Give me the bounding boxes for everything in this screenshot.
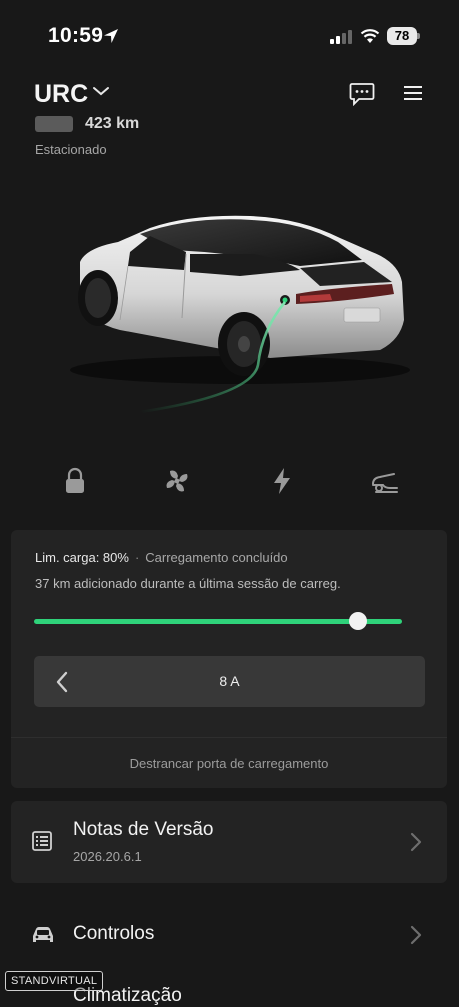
cellular-signal-icon bbox=[330, 30, 352, 44]
lock-icon[interactable] bbox=[60, 466, 90, 496]
controls-menu-item[interactable]: Controlos bbox=[73, 923, 154, 945]
car-name[interactable]: URC bbox=[34, 80, 88, 109]
divider bbox=[11, 737, 447, 738]
release-notes-title: Notas de Versão bbox=[73, 819, 214, 840]
charge-limit-slider-track[interactable] bbox=[34, 619, 402, 624]
charge-limit-row[interactable]: Lim. carga: 80% · Carregamento concluído bbox=[35, 550, 288, 565]
trunk-icon[interactable] bbox=[370, 466, 400, 496]
battery-icon: 78 bbox=[387, 27, 417, 45]
release-notes-version: 2026.20.6.1 bbox=[73, 849, 142, 864]
charging-status: Carregamento concluído bbox=[145, 550, 288, 565]
fan-icon[interactable] bbox=[162, 466, 192, 496]
status-time: 10:59 bbox=[48, 24, 104, 47]
unlock-charge-port-button[interactable]: Destrancar porta de carregamento bbox=[11, 756, 447, 771]
watermark-logo: STANDVIRTUAL bbox=[5, 971, 104, 991]
chevron-right-icon[interactable] bbox=[410, 925, 422, 945]
charge-current-value: 8 A bbox=[219, 673, 240, 689]
lightning-icon[interactable] bbox=[267, 466, 297, 496]
car-icon bbox=[33, 927, 53, 942]
separator-dot: · bbox=[134, 550, 140, 565]
range-battery-icon bbox=[35, 116, 73, 132]
notes-icon bbox=[32, 831, 52, 851]
menu-icon[interactable] bbox=[403, 85, 423, 101]
wifi-icon bbox=[360, 29, 380, 43]
vehicle-state: Estacionado bbox=[35, 142, 107, 157]
range-value: 423 km bbox=[85, 115, 140, 132]
location-arrow-icon bbox=[104, 29, 118, 43]
chat-icon[interactable] bbox=[349, 82, 375, 106]
release-notes-card[interactable] bbox=[11, 801, 447, 883]
charge-limit-label: Lim. carga: 80% bbox=[35, 550, 129, 565]
chevron-down-icon[interactable] bbox=[92, 85, 110, 97]
chevron-right-icon[interactable] bbox=[410, 832, 422, 852]
battery-nub bbox=[417, 33, 420, 39]
charge-session-info: 37 km adicionado durante a última sessão… bbox=[35, 576, 341, 591]
car-image bbox=[70, 215, 410, 414]
